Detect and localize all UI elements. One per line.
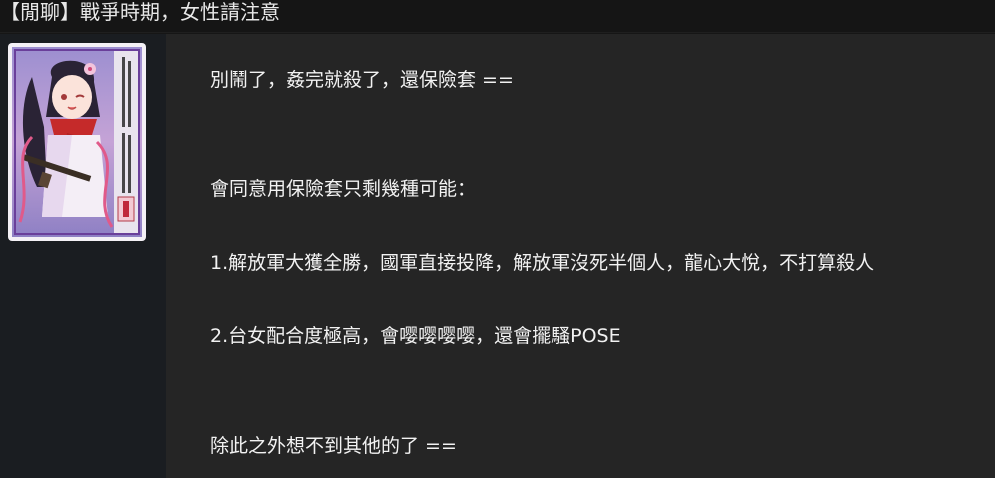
forum-page: 【閒聊】戰爭時期，女性請注意 別鬧了，姦完就殺了，還保險套 == 會同意用保險套…	[0, 0, 995, 478]
post-line-1: 別鬧了，姦完就殺了，還保險套 ==	[210, 69, 514, 91]
post-line-2: 會同意用保險套只剩幾種可能：	[210, 178, 477, 200]
avatar[interactable]	[12, 47, 142, 237]
avatar-frame[interactable]	[8, 43, 146, 241]
author-sidebar	[0, 34, 166, 478]
post-line-4: 2.台女配合度極高，會嘤嘤嘤嘤，還會擺騷POSE	[210, 325, 621, 347]
post-line-5: 除此之外想不到其他的了 ==	[210, 435, 457, 457]
post-content: 別鬧了，姦完就殺了，還保險套 == 會同意用保險套只剩幾種可能： 1.解放軍大獲…	[166, 34, 995, 478]
post-line-3: 1.解放軍大獲全勝，國軍直接投降，解放軍沒死半個人，龍心大悅，不打算殺人	[210, 252, 875, 274]
thread-title: 【閒聊】戰爭時期，女性請注意	[0, 0, 995, 33]
